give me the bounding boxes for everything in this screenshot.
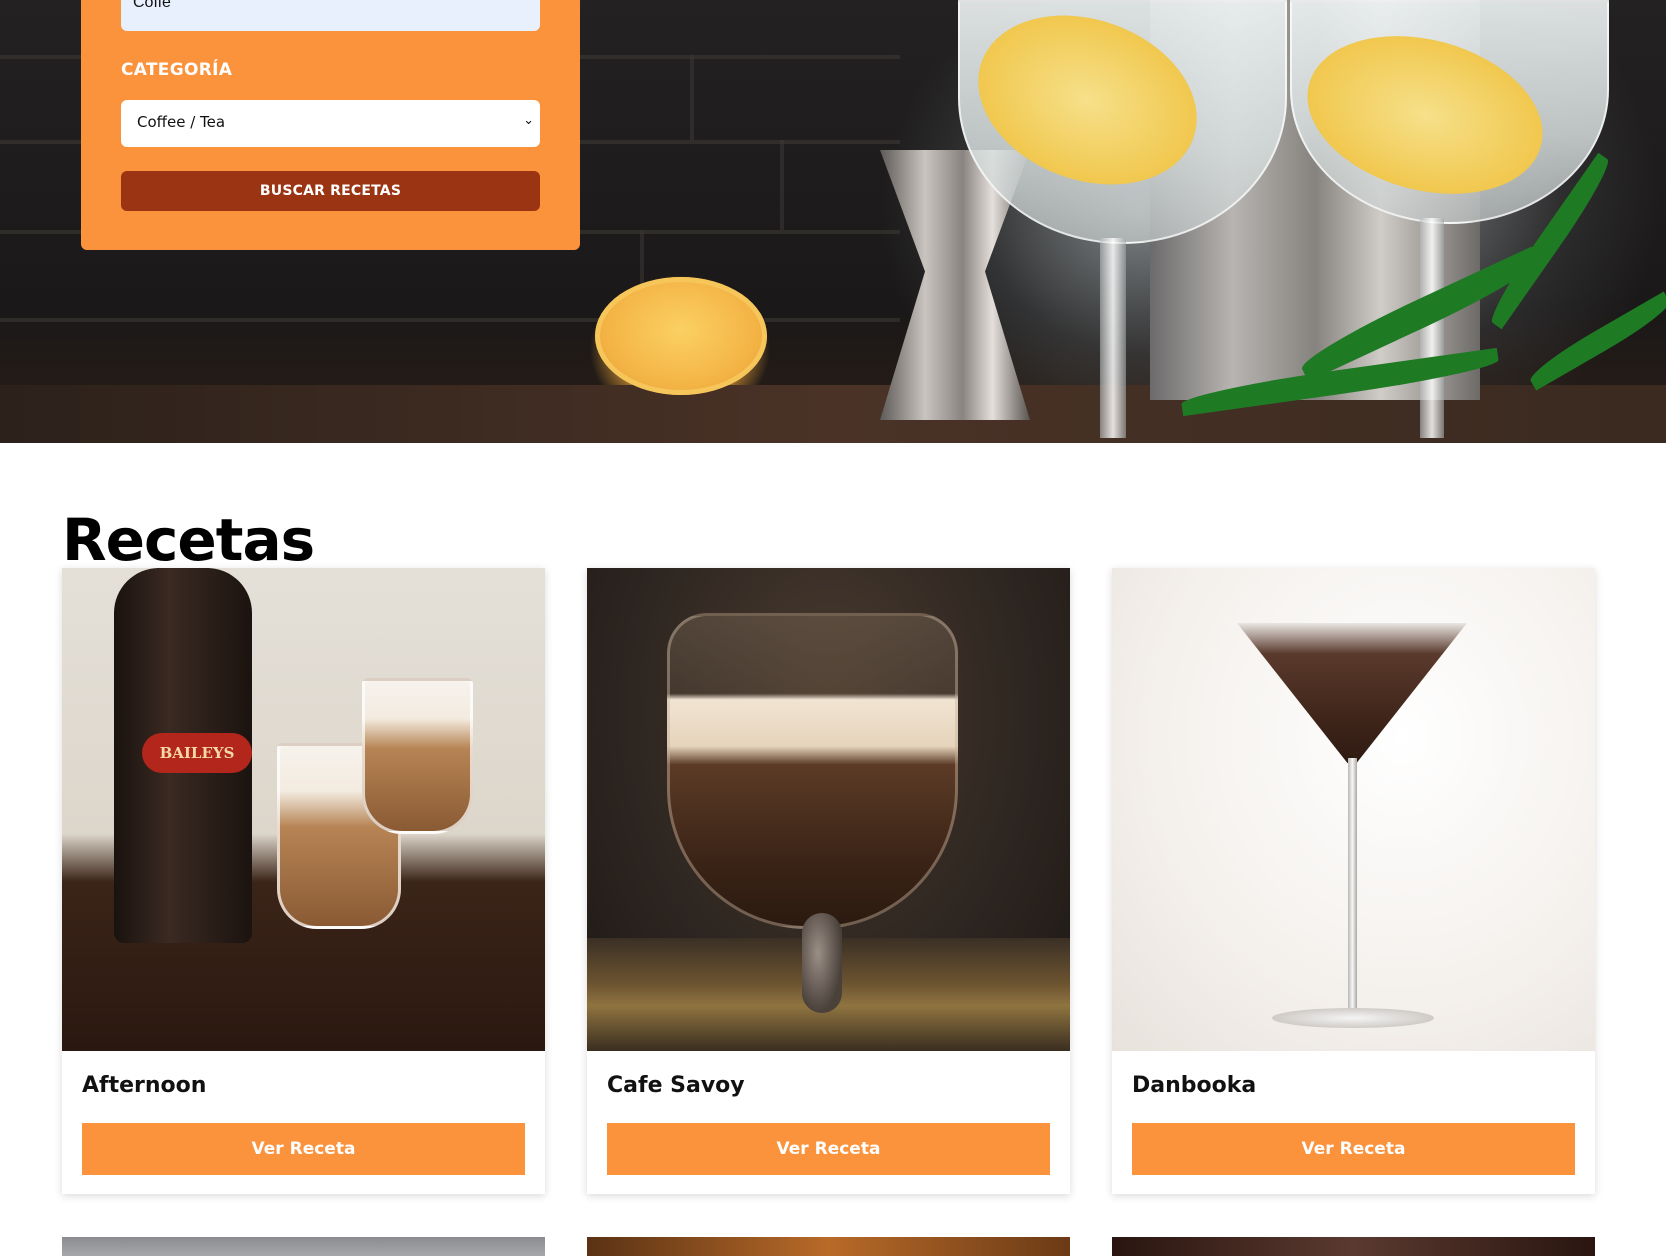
search-recipes-button[interactable]: BUSCAR RECETAS xyxy=(121,171,540,211)
category-label: CATEGORÍA xyxy=(121,60,233,80)
category-select[interactable]: Coffee / Tea ⌄ xyxy=(121,100,540,147)
recipe-name: Cafe Savoy xyxy=(607,1073,745,1098)
recipe-image-cafe-savoy xyxy=(587,568,1070,1051)
recipe-card-partial xyxy=(1112,1237,1595,1256)
recipes-title: Recetas xyxy=(62,506,315,574)
recipe-card: Danbooka Ver Receta xyxy=(1112,568,1595,1194)
hero-banner: Coffe CATEGORÍA Coffee / Tea ⌄ BUSCAR RE… xyxy=(0,0,1666,443)
view-recipe-button[interactable]: Ver Receta xyxy=(607,1123,1050,1175)
view-recipe-button[interactable]: Ver Receta xyxy=(1132,1123,1575,1175)
ingredient-input[interactable]: Coffe xyxy=(121,0,540,31)
search-form: Coffe CATEGORÍA Coffee / Tea ⌄ BUSCAR RE… xyxy=(81,0,580,250)
recipe-name: Danbooka xyxy=(1132,1073,1257,1098)
recipe-card-partial xyxy=(62,1237,545,1256)
lemon-half xyxy=(595,277,767,395)
recipe-card-partial xyxy=(587,1237,1070,1256)
recipe-card: BAILEYS Afternoon Ver Receta xyxy=(62,568,545,1194)
view-recipe-button[interactable]: Ver Receta xyxy=(82,1123,525,1175)
baileys-logo: BAILEYS xyxy=(142,733,252,773)
category-selected-value: Coffee / Tea xyxy=(137,113,226,131)
recipe-card: Cafe Savoy Ver Receta xyxy=(587,568,1070,1194)
recipe-name: Afternoon xyxy=(82,1073,207,1098)
recipe-image-danbooka xyxy=(1112,568,1595,1051)
recipe-image-afternoon: BAILEYS xyxy=(62,568,545,1051)
chevron-down-icon: ⌄ xyxy=(523,113,534,128)
